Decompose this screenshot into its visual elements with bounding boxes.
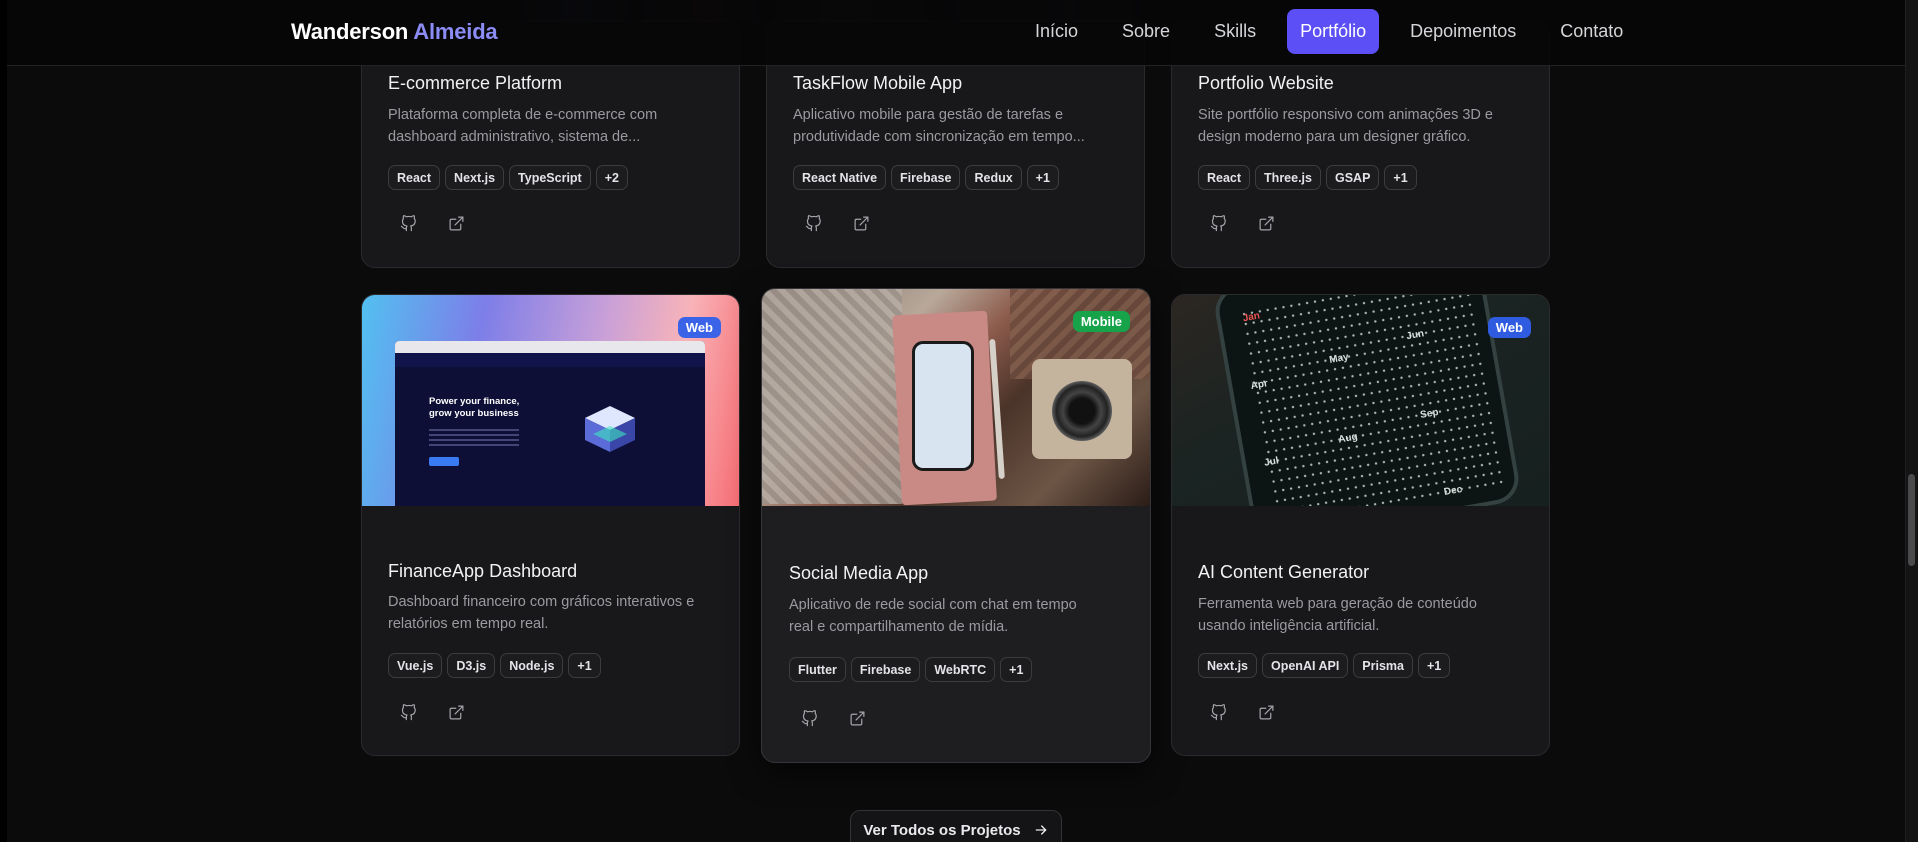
tech-tag-more: +1 <box>1418 653 1451 678</box>
tech-tag: Flutter <box>789 657 846 682</box>
tech-tag: React Native <box>793 165 887 190</box>
tech-tag-more: +1 <box>1026 165 1059 190</box>
scrollbar-thumb[interactable] <box>1908 474 1915 566</box>
tech-tag: WebRTC <box>925 657 996 682</box>
tech-tag: Prisma <box>1353 653 1413 678</box>
tech-tag-more: +2 <box>595 165 628 190</box>
arrow-right-icon <box>1035 825 1046 835</box>
tech-tag-more: +1 <box>1384 165 1417 190</box>
category-badge: Web <box>677 317 721 338</box>
tech-tag: Firebase <box>850 657 921 682</box>
tech-tag: Next.js <box>445 165 505 190</box>
project-actions <box>1208 702 1276 722</box>
project-description: Aplicativo mobile para gestão de tarefas… <box>793 107 1085 145</box>
project-description: Ferramenta web para geração de conteúdo … <box>1198 596 1477 634</box>
brand-last-name: Almeida <box>413 19 498 44</box>
phone-mockup <box>912 341 974 471</box>
tech-tag: React <box>388 165 441 190</box>
project-title: Social Media App <box>789 563 929 583</box>
tech-tag: Three.js <box>1255 165 1321 190</box>
main-nav: Início Sobre Skills Portfólio Depoimento… <box>1022 9 1636 54</box>
tech-tags: Flutter Firebase WebRTC +1 <box>789 657 1033 682</box>
external-link-icon[interactable] <box>851 213 871 233</box>
project-actions <box>803 213 871 233</box>
project-card[interactable]: Apr May Jun Jul Aug Sep Jan Dec Web AI C… <box>1171 294 1550 756</box>
tech-tag: D3.js <box>447 653 496 678</box>
github-icon[interactable] <box>398 213 418 233</box>
tech-tag: OpenAI API <box>1262 653 1349 678</box>
project-description: Aplicativo de rede social com chat em te… <box>789 597 1077 635</box>
tech-tag: Redux <box>965 165 1022 190</box>
project-title: E-commerce Platform <box>388 73 563 93</box>
external-link-icon[interactable] <box>1256 213 1276 233</box>
external-link-icon[interactable] <box>847 708 867 728</box>
nav-sobre[interactable]: Sobre <box>1109 9 1183 54</box>
project-title: AI Content Generator <box>1198 562 1370 582</box>
external-link-icon[interactable] <box>446 213 466 233</box>
site-header: Wanderson Almeida Início Sobre Skills Po… <box>7 0 1905 66</box>
laptop-mockup: Power your finance, grow your business <box>395 341 705 506</box>
tech-tags: React Three.js GSAP +1 <box>1198 165 1417 190</box>
tech-tags: Next.js OpenAI API Prisma +1 <box>1198 653 1451 678</box>
project-title: Portfolio Website <box>1198 73 1334 93</box>
github-icon[interactable] <box>803 213 823 233</box>
project-actions <box>398 213 466 233</box>
project-actions <box>1208 213 1276 233</box>
github-icon[interactable] <box>799 708 819 728</box>
left-edge <box>0 0 7 842</box>
github-icon[interactable] <box>1208 213 1228 233</box>
tech-tag: React <box>1198 165 1251 190</box>
project-title: FinanceApp Dashboard <box>388 561 578 581</box>
project-description: Site portfólio responsivo com animações … <box>1198 107 1493 145</box>
nav-portfolio[interactable]: Portfólio <box>1287 9 1380 54</box>
tech-tag: TypeScript <box>509 165 591 190</box>
category-badge: Mobile <box>1072 311 1130 332</box>
view-all-label: Ver Todos os Projetos <box>863 821 1021 839</box>
tech-tag: Next.js <box>1198 653 1257 678</box>
nav-contato[interactable]: Contato <box>1547 9 1636 54</box>
isometric-illustration <box>585 406 635 452</box>
tech-tag: GSAP <box>1325 165 1380 190</box>
nav-inicio[interactable]: Início <box>1022 9 1091 54</box>
nav-skills[interactable]: Skills <box>1201 9 1269 54</box>
tech-tags: Vue.js D3.js Node.js +1 <box>388 653 601 678</box>
tech-tag: Firebase <box>891 165 961 190</box>
camera-photo <box>1032 359 1132 459</box>
project-actions <box>799 708 867 728</box>
project-card-hovered[interactable]: Mobile Social Media App Aplicativo de re… <box>761 288 1151 763</box>
project-description: Plataforma completa de e-commerce com da… <box>388 107 658 145</box>
github-icon[interactable] <box>1208 702 1228 722</box>
brand-first-name: Wanderson <box>291 19 409 44</box>
tech-tag: Node.js <box>500 653 564 678</box>
tech-tag: Vue.js <box>388 653 443 678</box>
project-card[interactable]: Power your finance, grow your business W… <box>361 294 740 756</box>
project-description: Dashboard financeiro com gráficos intera… <box>388 594 695 632</box>
tech-tags: React Native Firebase Redux +1 <box>793 165 1059 190</box>
external-link-icon[interactable] <box>1256 702 1276 722</box>
category-badge: Web <box>1487 317 1531 338</box>
view-all-projects-button[interactable]: Ver Todos os Projetos <box>850 810 1062 842</box>
project-actions <box>398 702 466 722</box>
external-link-icon[interactable] <box>446 702 466 722</box>
calendar-phone-photo: Apr May Jun Jul Aug Sep Jan Dec <box>1211 295 1523 506</box>
project-title: TaskFlow Mobile App <box>793 73 963 93</box>
tech-tags: React Next.js TypeScript +2 <box>388 165 628 190</box>
brand-logo[interactable]: Wanderson Almeida <box>291 19 498 45</box>
tech-tag-more: +1 <box>1000 657 1033 682</box>
tech-tag-more: +1 <box>568 653 601 678</box>
image-headline: Power your finance, grow your business <box>429 396 520 419</box>
page-scrollbar[interactable] <box>1905 0 1918 842</box>
nav-depoimentos[interactable]: Depoimentos <box>1397 9 1529 54</box>
github-icon[interactable] <box>398 702 418 722</box>
